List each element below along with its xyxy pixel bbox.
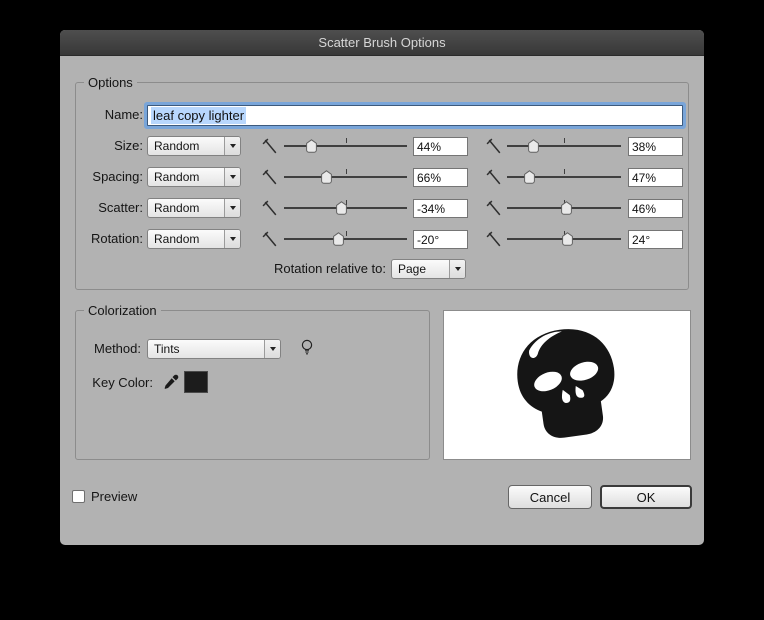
dialog-title: Scatter Brush Options (318, 35, 446, 50)
colorization-tips-bulb-icon (298, 338, 316, 356)
size-mode-dropdown[interactable]: Random (147, 136, 241, 156)
scatter-mode-dropdown[interactable]: Random (147, 198, 241, 218)
dropdown-arrow-icon (224, 137, 240, 155)
size-min-value-input[interactable]: 44% (413, 137, 468, 156)
slider-track (507, 145, 621, 147)
slider-max-marker-icon (486, 169, 503, 186)
preview-checkbox-row: Preview (72, 489, 137, 504)
key-color-swatch[interactable] (184, 371, 208, 393)
spacing-max-slider[interactable] (507, 167, 621, 187)
spacing-max-value-input[interactable]: 47% (628, 168, 683, 187)
scatter-max-value-input[interactable]: 46% (628, 199, 683, 218)
rotation-max-value-input[interactable]: 24° (628, 230, 683, 249)
colorization-group-label: Colorization (84, 303, 161, 318)
slider-max-marker-icon (486, 138, 503, 155)
size-max-slider[interactable] (507, 136, 621, 156)
name-input-value: leaf copy lighter (151, 107, 247, 124)
brush-preview-panel (443, 310, 691, 460)
ok-button[interactable]: OK (600, 485, 692, 509)
name-input[interactable]: leaf copy lighter (147, 105, 683, 126)
screen-background: Scatter Brush Options Options Name: leaf… (0, 0, 764, 620)
size-label: Size: (114, 138, 143, 153)
scatter-brush-options-dialog: Scatter Brush Options Options Name: leaf… (60, 30, 704, 545)
dropdown-arrow-icon (224, 230, 240, 248)
slider-min-marker-icon (262, 169, 279, 186)
rotation-min-value-input[interactable]: -20° (413, 230, 468, 249)
slider-track (284, 145, 407, 147)
rotation-min-slider[interactable] (284, 229, 407, 249)
size-min-slider[interactable] (284, 136, 407, 156)
dropdown-arrow-icon (224, 199, 240, 217)
dropdown-arrow-icon (264, 340, 280, 358)
eyedropper-icon[interactable] (162, 373, 180, 391)
slider-thumb[interactable] (333, 232, 345, 246)
name-label: Name: (104, 107, 143, 122)
rotation-max-slider[interactable] (507, 229, 621, 249)
slider-center-tick (345, 138, 347, 143)
slider-track (284, 176, 407, 178)
slider-max-marker-icon (486, 231, 503, 248)
preview-checkbox-label: Preview (91, 489, 138, 504)
scatter-min-value-input[interactable]: -34% (413, 199, 468, 218)
slider-max-marker-icon (486, 200, 503, 217)
scatter-max-slider[interactable] (507, 198, 621, 218)
scatter-label: Scatter: (98, 200, 143, 215)
scatter-min-slider[interactable] (284, 198, 407, 218)
options-group-label: Options (84, 75, 137, 90)
colorization-group: Colorization Method: Tints Key Color: (75, 303, 430, 460)
brush-preview-skull-image (505, 321, 629, 450)
slider-track (284, 238, 407, 240)
rotation-mode-dropdown[interactable]: Random (147, 229, 241, 249)
rotation-relative-dropdown[interactable]: Page (391, 259, 466, 279)
key-color-label: Key Color: (92, 375, 153, 390)
slider-min-marker-icon (262, 231, 279, 248)
slider-center-tick (564, 169, 565, 174)
slider-center-tick (345, 231, 347, 236)
rotation-relative-label: Rotation relative to: (273, 261, 386, 276)
options-group: Options Name: leaf copy lighter Size: Ra… (75, 75, 689, 290)
title-bar[interactable]: Scatter Brush Options (60, 30, 704, 56)
size-max-value-input[interactable]: 38% (628, 137, 683, 156)
spacing-mode-dropdown[interactable]: Random (147, 167, 241, 187)
colorization-method-dropdown[interactable]: Tints (147, 339, 281, 359)
slider-thumb[interactable] (306, 139, 317, 153)
slider-thumb[interactable] (320, 170, 332, 184)
dialog-body: Options Name: leaf copy lighter Size: Ra… (60, 56, 704, 545)
slider-min-marker-icon (262, 138, 279, 155)
slider-thumb[interactable] (561, 201, 573, 215)
slider-center-tick (345, 169, 347, 174)
preview-checkbox[interactable] (72, 490, 85, 503)
slider-min-marker-icon (262, 200, 279, 217)
slider-thumb[interactable] (523, 170, 535, 184)
slider-thumb[interactable] (562, 232, 574, 246)
spacing-label: Spacing: (92, 169, 143, 184)
slider-thumb[interactable] (335, 201, 347, 215)
slider-thumb[interactable] (528, 139, 540, 153)
cancel-button[interactable]: Cancel (508, 485, 592, 509)
spacing-min-value-input[interactable]: 66% (413, 168, 468, 187)
slider-center-tick (564, 138, 565, 143)
dropdown-arrow-icon (224, 168, 240, 186)
rotation-label: Rotation: (90, 231, 143, 246)
method-label: Method: (94, 341, 141, 356)
dropdown-arrow-icon (449, 260, 465, 278)
spacing-min-slider[interactable] (284, 167, 407, 187)
